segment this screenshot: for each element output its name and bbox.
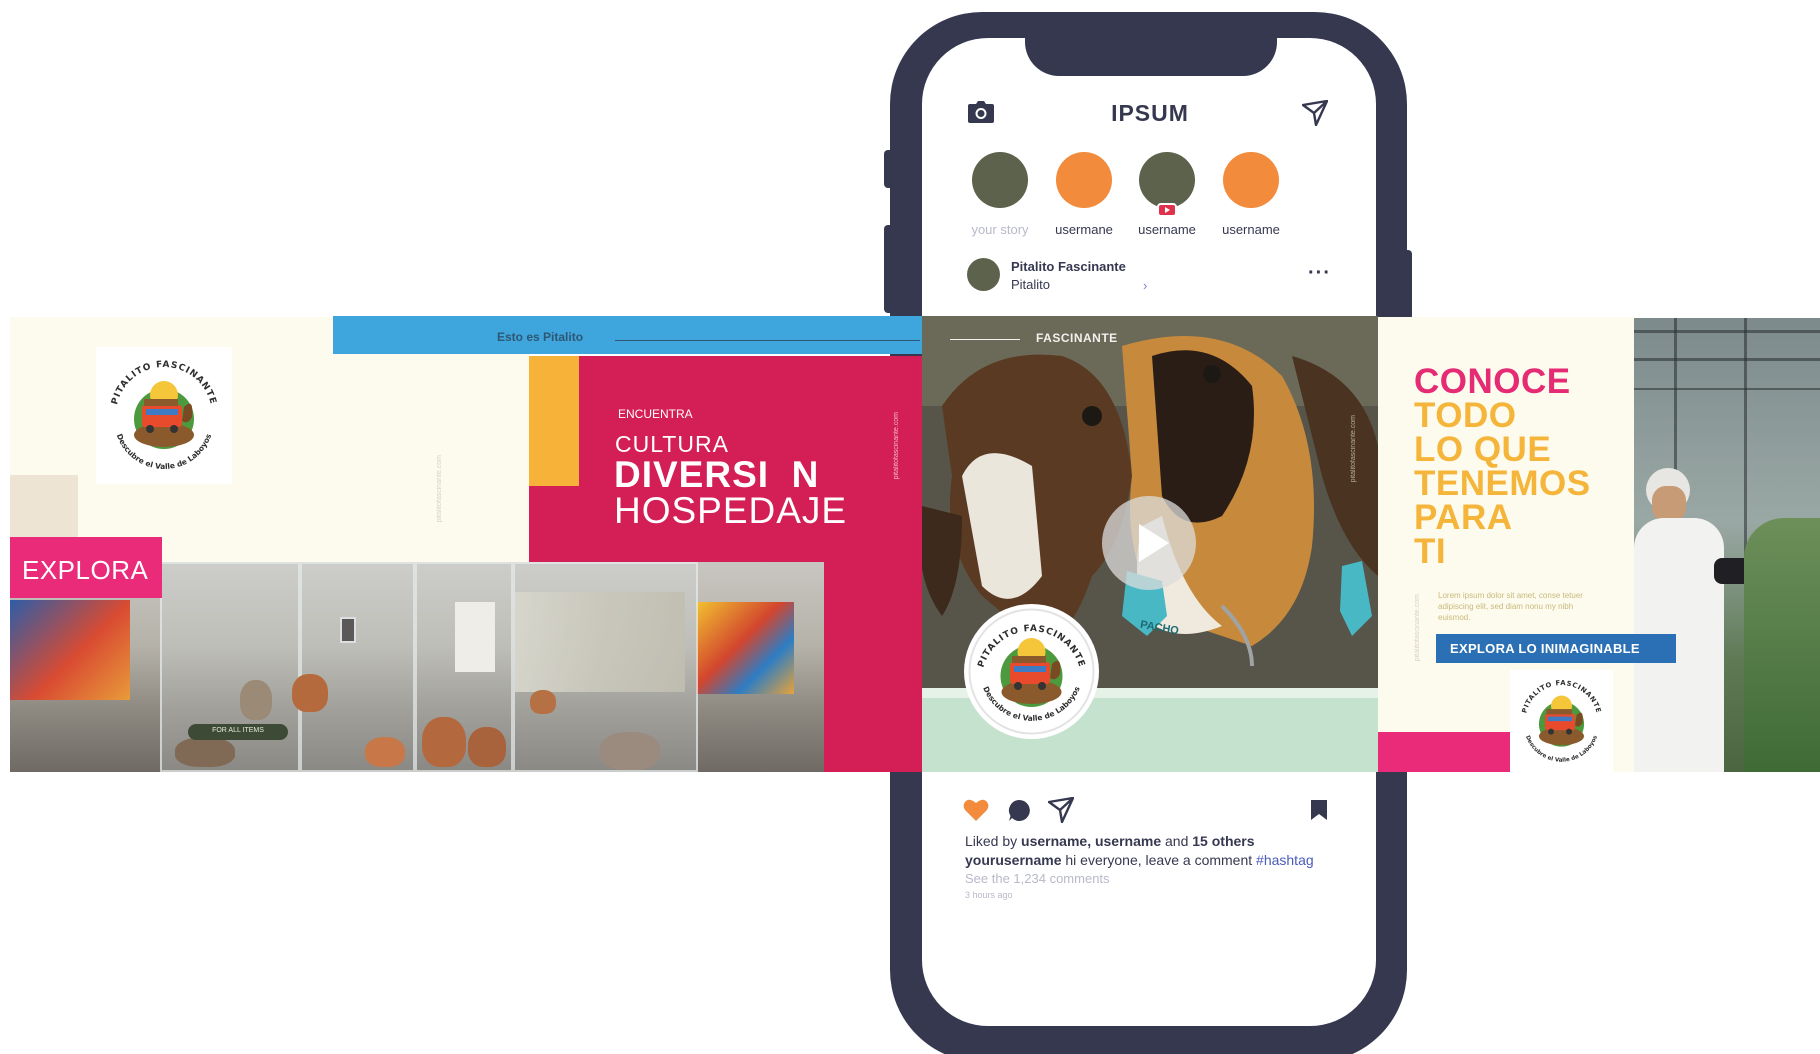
pottery xyxy=(468,727,506,767)
camera-icon[interactable] xyxy=(968,101,994,123)
body-text: Lorem ipsum dolor sit amet, conse tetuer… xyxy=(1438,591,1583,622)
send-icon[interactable] xyxy=(1301,99,1329,127)
story-label: username xyxy=(1222,222,1280,237)
post-location[interactable]: Pitalito xyxy=(1011,277,1050,292)
divider xyxy=(615,340,920,341)
comment-icon[interactable] xyxy=(1008,799,1031,822)
caption-line: yourusername hi everyone, leave a commen… xyxy=(965,852,1314,868)
decorative-block xyxy=(1378,732,1512,772)
headline-line: CONOCE xyxy=(1414,362,1571,401)
headline-line: TI xyxy=(1414,532,1447,571)
story-label: username xyxy=(1138,222,1196,237)
pottery xyxy=(240,680,272,720)
story-label: your story xyxy=(971,222,1029,237)
website-vertical-text: pitalitofascinante.com xyxy=(1350,415,1357,483)
heart-icon[interactable] xyxy=(963,798,989,822)
top-bar-text: Esto es Pitalito xyxy=(497,330,584,344)
museum-tag-text: FOR ALL ITEMS xyxy=(212,727,264,734)
website-vertical-text: pitalitofascinante.com xyxy=(1414,594,1421,662)
story-item[interactable]: usermane xyxy=(1044,152,1124,237)
story-item[interactable]: username xyxy=(1211,152,1291,237)
pottery xyxy=(600,732,660,770)
headline: CONOCE TODO LO QUE TENEMOS PARA TI xyxy=(1414,362,1591,571)
top-bar xyxy=(333,316,923,354)
explora-label: EXPLORA xyxy=(22,555,149,585)
caption-user[interactable]: yourusername xyxy=(965,852,1061,868)
brand-logo: PITALITO FASCINANTE Descubre el Valle de… xyxy=(964,604,1099,739)
app-title: IPSUM xyxy=(1111,100,1189,126)
decorative-block xyxy=(529,356,579,486)
likes-and: and xyxy=(1165,833,1189,849)
chevron-right-icon: › xyxy=(1143,278,1148,293)
caption-text: hi everyone, leave a comment xyxy=(1065,852,1253,868)
website-vertical-text: pitalitofascinante.com xyxy=(436,455,443,523)
likes-line: Liked by username, username and 15 other… xyxy=(965,833,1255,849)
greenhouse-photo xyxy=(1634,318,1820,772)
painting xyxy=(10,600,130,700)
likes-prefix: Liked by xyxy=(965,833,1018,849)
more-options-icon[interactable]: ··· xyxy=(1308,262,1331,285)
pottery xyxy=(365,737,405,767)
goat-photo-label: FASCINANTE xyxy=(1036,331,1118,345)
brand-logo: PITALITO FASCINANTE Descubre el Valle de… xyxy=(96,347,232,484)
brand-logo: PITALITO FASCINANTE Descubre el Valle de… xyxy=(1510,670,1613,773)
encuentra-label: ENCUENTRA xyxy=(618,407,693,421)
caption-hashtag[interactable]: #hashtag xyxy=(1256,852,1314,868)
divider xyxy=(950,339,1020,340)
pottery xyxy=(422,717,466,767)
decorative-block xyxy=(10,475,78,540)
story-label: usermane xyxy=(1055,222,1113,237)
story-avatar xyxy=(1223,152,1279,208)
story-item[interactable]: username xyxy=(1127,152,1207,237)
live-icon xyxy=(1157,203,1177,217)
headline-line: PARA xyxy=(1414,498,1513,537)
play-video-button[interactable] xyxy=(1102,496,1196,590)
story-avatar xyxy=(1139,152,1195,208)
liked-users[interactable]: username, username xyxy=(1021,833,1161,849)
headline-line: LO QUE xyxy=(1414,430,1552,469)
phone-notch xyxy=(1025,26,1277,76)
pottery xyxy=(175,737,235,767)
post-author-avatar[interactable] xyxy=(967,258,1000,291)
story-item[interactable]: your story xyxy=(960,152,1040,237)
website-vertical-text: pitalitofascinante.com xyxy=(893,412,900,480)
story-avatar xyxy=(1056,152,1112,208)
pottery xyxy=(292,674,328,712)
bookmark-icon[interactable] xyxy=(1310,799,1328,821)
painting xyxy=(696,602,794,694)
comments-link[interactable]: See the 1,234 comments xyxy=(965,871,1110,886)
hospedaje-heading: HOSPEDAJE xyxy=(614,490,848,531)
story-avatar xyxy=(972,152,1028,208)
headline-line: TODO xyxy=(1414,396,1517,435)
post-author-name[interactable]: Pitalito Fascinante xyxy=(1011,259,1126,274)
headline-line: TENEMOS xyxy=(1414,464,1591,503)
pottery xyxy=(530,690,556,714)
share-icon[interactable] xyxy=(1047,796,1075,824)
post-time: 3 hours ago xyxy=(965,890,1013,900)
liked-others[interactable]: 15 others xyxy=(1192,833,1254,849)
explora-button-label: EXPLORA LO INIMAGINABLE xyxy=(1450,641,1640,656)
